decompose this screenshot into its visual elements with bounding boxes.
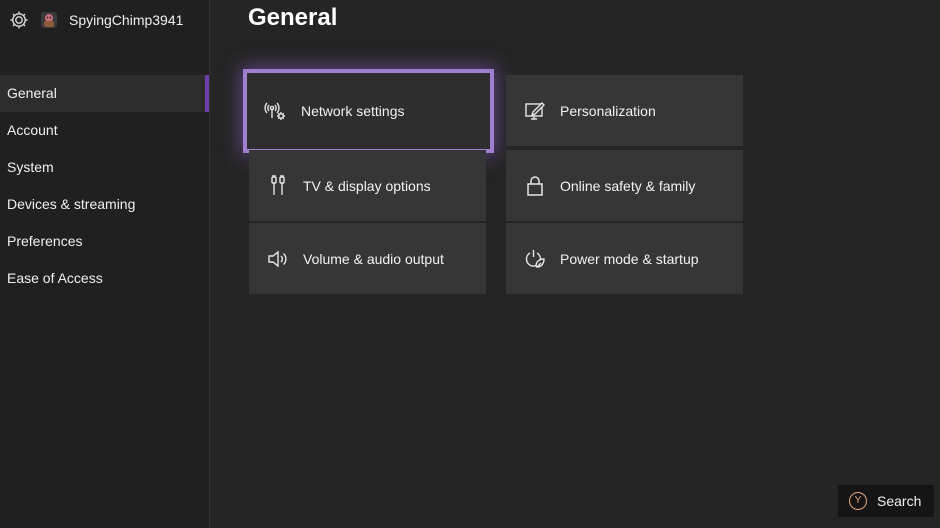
tile-label: Volume & audio output (303, 250, 444, 267)
sidebar-item-general[interactable]: General (0, 75, 209, 112)
gamertag[interactable]: SpyingChimp3941 (69, 12, 183, 28)
settings-nav: General Account System Devices & streami… (0, 75, 209, 297)
avatar[interactable] (40, 11, 58, 29)
power-mode-startup-tile[interactable]: Power mode & startup (506, 223, 743, 294)
y-button-icon: Y (849, 492, 867, 510)
sidebar-item-system[interactable]: System (0, 149, 209, 186)
search-label: Search (877, 493, 922, 509)
tile-label: Online safety & family (560, 177, 696, 194)
tv-display-options-tile[interactable]: TV & display options (249, 150, 486, 221)
sidebar-item-devices-streaming[interactable]: Devices & streaming (0, 186, 209, 223)
sidebar-item-preferences[interactable]: Preferences (0, 223, 209, 260)
sidebar-item-account[interactable]: Account (0, 112, 209, 149)
network-settings-tile[interactable]: Network settings (243, 69, 494, 153)
sidebar-item-ease-of-access[interactable]: Ease of Access (0, 260, 209, 297)
tile-label: Power mode & startup (560, 250, 699, 267)
personalization-tile[interactable]: Personalization (506, 75, 743, 146)
page-title: General (248, 4, 338, 31)
volume-audio-output-tile[interactable]: Volume & audio output (249, 223, 486, 294)
personalization-icon (523, 99, 547, 123)
tv-display-icon (266, 174, 290, 198)
power-icon (523, 247, 547, 271)
tile-label: TV & display options (303, 177, 431, 194)
lock-icon (523, 174, 547, 198)
gear-icon[interactable] (8, 9, 30, 31)
speaker-icon (266, 247, 290, 271)
network-icon (264, 99, 288, 123)
profile-area: SpyingChimp3941 (8, 9, 183, 31)
tile-label: Personalization (560, 102, 656, 119)
online-safety-family-tile[interactable]: Online safety & family (506, 150, 743, 221)
tile-label: Network settings (301, 103, 405, 119)
sidebar: SpyingChimp3941 General Account System D… (0, 0, 210, 528)
search-button[interactable]: Y Search (838, 485, 934, 517)
